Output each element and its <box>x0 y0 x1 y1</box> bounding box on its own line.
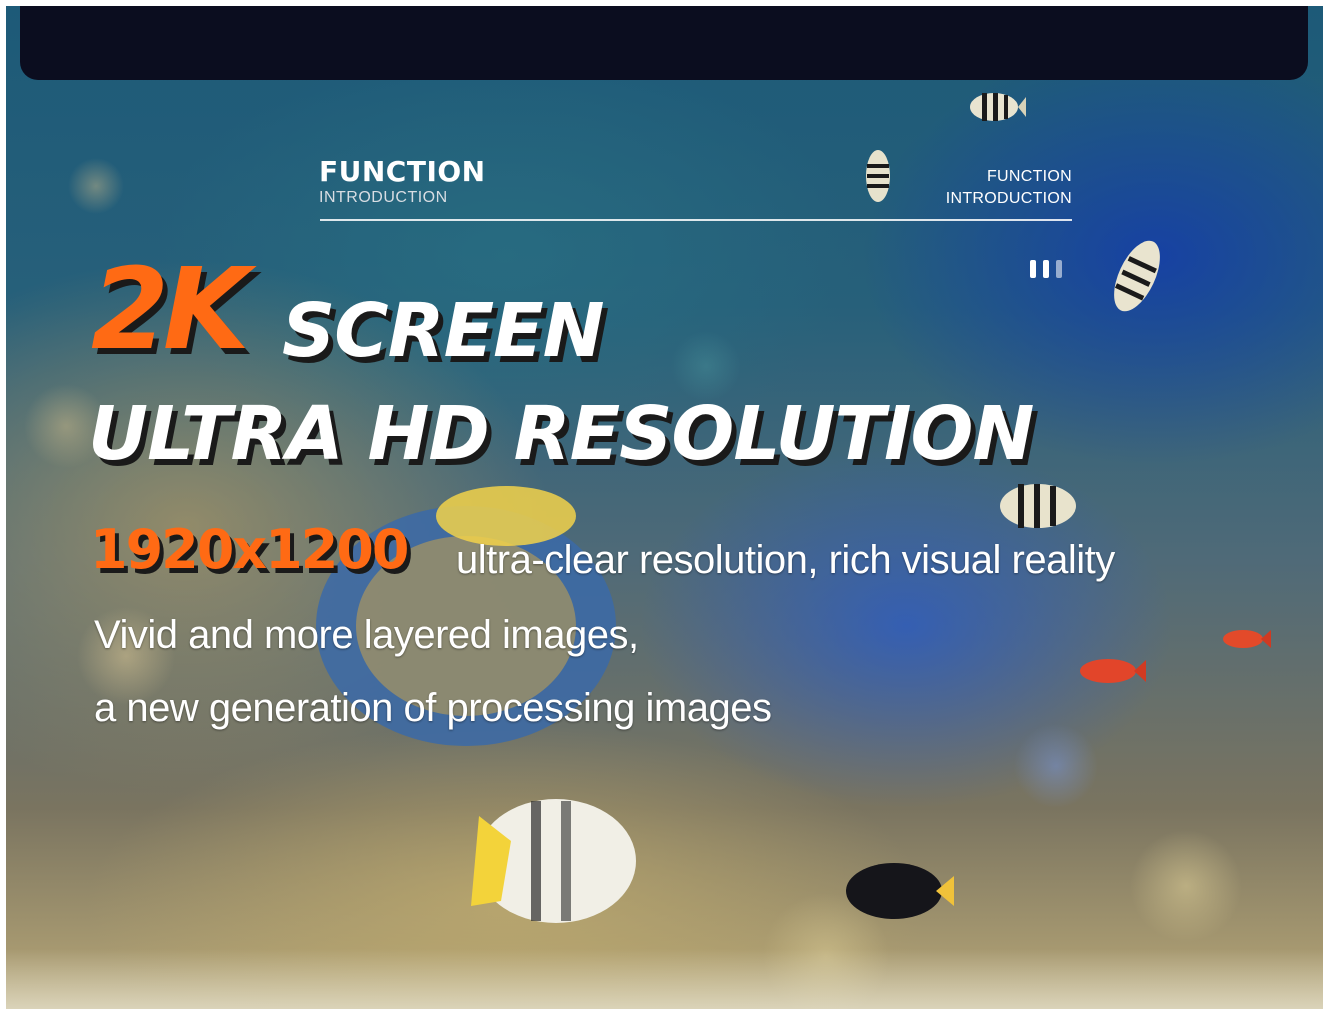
headline-word: SCREEN <box>282 288 605 374</box>
top-bar <box>20 6 1308 80</box>
small-orange-fish-icon <box>1223 630 1271 648</box>
header-divider <box>320 219 1072 221</box>
section-label-line1: FUNCTION <box>986 168 1072 185</box>
bottom-fade <box>6 949 1323 1009</box>
description-line2: a new generation of processing images <box>94 686 772 730</box>
description-line1: Vivid and more layered images, <box>94 613 639 657</box>
striped-fish-icon <box>970 93 1026 121</box>
dark-fish-icon <box>846 863 954 919</box>
headline-highlight: 2K <box>91 245 250 375</box>
small-orange-fish-icon <box>1080 659 1146 683</box>
striped-fish-icon <box>1000 484 1076 528</box>
striped-fish-icon <box>1114 240 1160 312</box>
section-title: FUNCTION <box>319 155 486 188</box>
banner: FUNCTION INTRODUCTION FUNCTION INTRODUCT… <box>6 6 1323 1009</box>
section-label-line2: INTRODUCTION <box>945 190 1072 207</box>
resolution-caption: ultra-clear resolution, rich visual real… <box>456 538 1115 582</box>
pager-dot <box>1056 260 1062 278</box>
section-header-right: FUNCTION INTRODUCTION <box>906 166 1072 210</box>
butterflyfish-icon <box>471 799 636 923</box>
striped-fish-icon <box>866 150 890 202</box>
section-header-left: FUNCTION INTRODUCTION <box>319 156 486 208</box>
pager-dot <box>1030 260 1036 278</box>
pager-dot <box>1043 260 1049 278</box>
coral-texture <box>6 6 1323 1009</box>
pager-dots <box>1030 260 1062 278</box>
section-subtitle: INTRODUCTION <box>319 189 448 206</box>
headline-line2: ULTRA HD RESOLUTION <box>88 391 1034 477</box>
resolution-value: 1920x1200 <box>90 518 409 581</box>
